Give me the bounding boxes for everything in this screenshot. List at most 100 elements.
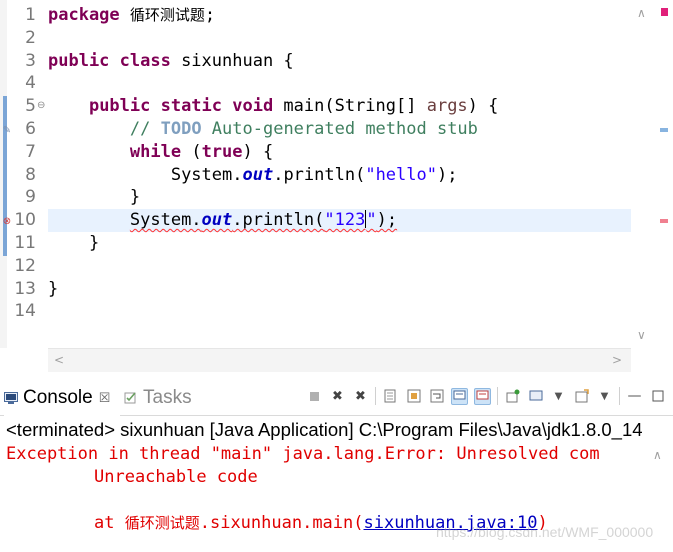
tab-tasks[interactable]: Tasks [124,380,204,416]
code-token: } [129,187,141,208]
terminate-icon[interactable] [306,388,323,405]
keyword: true [201,141,243,162]
console-status: <terminated> sixunhuan [Java Application… [6,419,643,440]
error-statement: System.out.println("123"); [129,209,398,231]
chevron-down-icon[interactable]: ▼ [596,388,613,405]
code-token: ); [376,210,398,231]
code-line-3: public class sixunhuan { [48,50,631,73]
line-number: 12 [14,255,36,276]
code-token: .println( [232,210,325,231]
parameter: args [426,96,468,117]
code-line-7: while (true) { [48,141,631,164]
tab-label: Console [23,387,93,408]
code-line-5: public static void main(String[] args) { [48,95,631,118]
toolbar-separator [619,387,620,405]
error-overview-marker[interactable] [660,219,668,223]
code-token: .println( [273,164,366,185]
code-token: ); [436,164,458,185]
open-console-icon[interactable] [573,388,590,405]
comment: // [129,118,161,139]
line-number: 13 [14,278,36,299]
toolbar-separator [375,387,376,405]
code-token: ( [181,141,202,162]
code-token: } [88,232,100,253]
code-text-area[interactable]: package 循环测试题; public class sixunhuan { … [48,4,631,323]
comment: Auto-generated method stub [201,118,478,139]
vertical-ruler [0,0,7,348]
close-icon[interactable]: ☒ [99,390,111,406]
scroll-lock-icon[interactable] [405,388,422,405]
code-line-8: System.out.println("hello"); [48,164,631,187]
line-number: 14 [14,301,36,322]
code-line-10: System.out.println("123"); [48,209,631,232]
line-number: 5 [25,96,36,117]
fold-collapse-icon[interactable]: ⊖ [37,100,45,111]
keyword: while [129,141,182,162]
line-number-gutter: 1 2 3 4 5 6 7 8 9 10 11 12 13 14 [7,4,39,323]
show-on-output-icon[interactable] [451,387,468,405]
remove-all-terminated-icon[interactable]: ✖ [352,388,369,405]
toolbar-separator [497,387,498,405]
show-on-error-icon[interactable] [474,387,491,405]
overview-ruler[interactable]: ∧ ∨ [631,0,673,348]
static-field: out [242,164,274,185]
console-error-line: Exception in thread "main" java.lang.Err… [6,444,600,464]
scroll-right-icon[interactable]: > [612,353,622,367]
line-number: 6 [25,118,36,139]
remove-launch-icon[interactable]: ✖ [329,388,346,405]
package-name: 循环测试题 [124,514,200,532]
watermark: https://blog.csdn.net/WMF_000000 [436,524,654,540]
minimize-icon[interactable]: — [626,388,643,405]
console-toolbar: ✖ ✖ ▼ ▼ — [306,384,666,408]
code-line-6: // TODO Auto-generated method stub [48,118,631,141]
string-literal: " [366,210,377,231]
code-token: System. [170,164,243,185]
tasks-icon [124,392,136,404]
line-number: 7 [25,141,36,162]
code-line-11: } [48,232,631,255]
line-number: 11 [14,232,36,253]
code-token: ; [204,5,216,25]
code-editor[interactable]: ✎ ⊗ 1 2 3 4 5 6 7 8 9 10 11 12 13 14 ⊖ p… [0,0,673,372]
keyword: public class [48,50,171,71]
keyword: package [48,5,120,25]
package-name: 循环测试题 [129,6,205,24]
code-line-9: } [48,186,631,209]
line-number: 1 [25,5,36,25]
error-summary-icon[interactable] [661,8,668,16]
scroll-left-icon[interactable]: < [54,353,64,367]
code-token: ) { [242,141,274,162]
todo-tag: TODO [160,118,202,139]
display-console-icon[interactable] [527,388,544,405]
scroll-up-icon[interactable]: ∧ [637,6,646,20]
chevron-down-icon[interactable]: ▼ [550,388,567,405]
maximize-icon[interactable] [649,388,666,405]
console-error-line: Unreachable code [94,467,258,487]
code-token: } [48,278,59,299]
horizontal-scrollbar[interactable]: < > [48,348,631,372]
code-token: .sixunhuan.main( [199,513,364,533]
tab-console[interactable]: Console ☒ [4,380,120,416]
line-number: 2 [25,27,36,48]
code-token: System. [129,210,202,231]
static-field: out [201,210,233,231]
scroll-up-icon[interactable]: ∧ [653,448,662,462]
word-wrap-icon[interactable] [428,388,445,405]
code-line-1: package 循环测试题; [48,4,631,27]
line-number: 9 [25,187,36,208]
scroll-down-icon[interactable]: ∨ [637,328,646,342]
clear-console-icon[interactable] [382,388,399,405]
code-token: ) { [467,96,499,117]
pin-console-icon[interactable] [504,388,521,405]
string-literal: "123 [324,210,366,231]
line-number: 10 [14,210,36,231]
line-number: 4 [25,73,36,94]
code-token: at [94,513,125,533]
line-number: 8 [25,164,36,185]
task-overview-marker[interactable] [660,128,668,132]
code-token: main(String[] [273,96,427,117]
